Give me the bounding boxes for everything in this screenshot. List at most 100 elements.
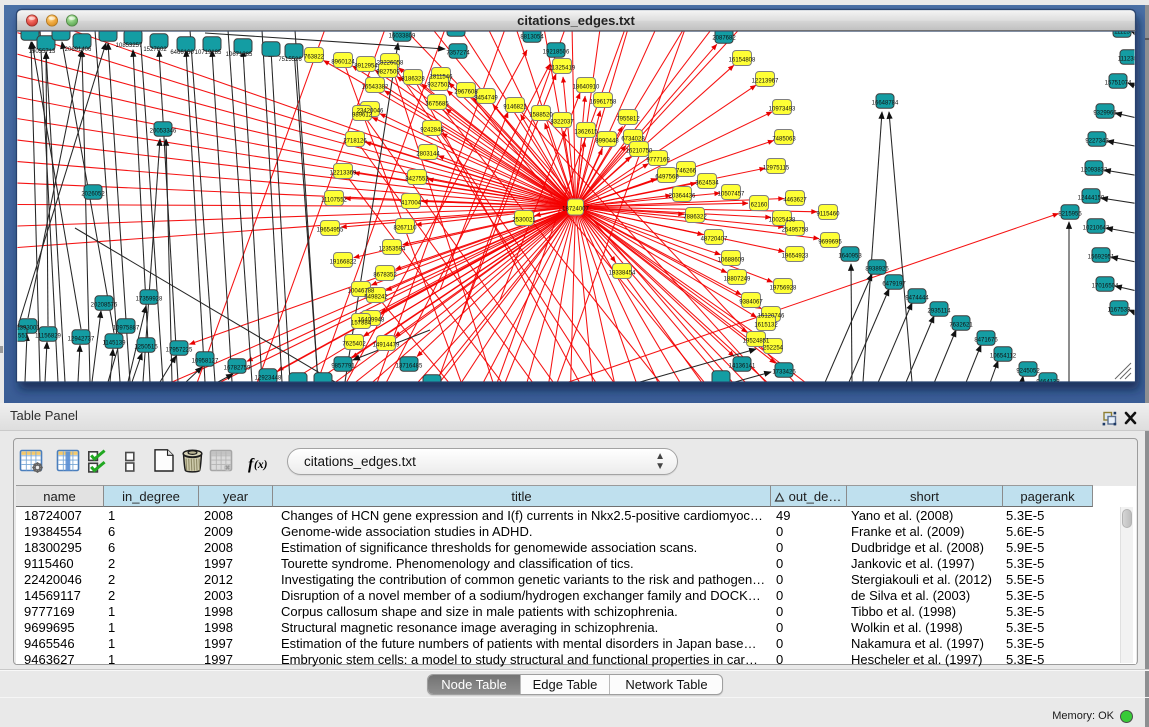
svg-text:7955812: 7955812 <box>616 117 640 123</box>
svg-text:2718126: 2718126 <box>343 139 367 145</box>
svg-text:7886322: 7886322 <box>683 215 707 221</box>
svg-text:157884: 157884 <box>351 321 372 327</box>
svg-text:13716485: 13716485 <box>396 364 423 370</box>
svg-text:11107552: 11107552 <box>321 198 347 204</box>
svg-text:10210643: 10210643 <box>1083 226 1110 232</box>
svg-text:8186328: 8186328 <box>401 77 425 83</box>
svg-text:10719185: 10719185 <box>195 50 222 56</box>
svg-text:17359928: 17359928 <box>136 297 163 303</box>
svg-text:20208576: 20208576 <box>91 303 118 309</box>
svg-text:9227342: 9227342 <box>1085 139 1109 145</box>
svg-text:12923448: 12923448 <box>255 376 282 382</box>
svg-text:3675685: 3675685 <box>425 102 449 108</box>
svg-text:6466160: 6466160 <box>170 50 194 56</box>
svg-text:10654112: 10654112 <box>990 354 1017 360</box>
svg-text:8938925: 8938925 <box>865 267 889 273</box>
svg-text:1615132: 1615132 <box>754 323 778 329</box>
svg-text:10853257: 10853257 <box>116 43 143 49</box>
svg-text:19756928: 19756928 <box>770 286 797 292</box>
svg-text:16120746: 16120746 <box>758 314 785 320</box>
svg-text:10958127: 10958127 <box>192 359 219 365</box>
svg-text:16210750: 16210750 <box>626 149 653 155</box>
svg-text:16961758: 16961758 <box>590 100 617 106</box>
svg-text:1393001: 1393001 <box>16 326 40 332</box>
svg-text:18724007: 18724007 <box>562 207 589 213</box>
svg-text:20691406: 20691406 <box>65 47 92 53</box>
svg-text:10975887: 10975887 <box>113 326 140 332</box>
svg-text:17957225: 17957225 <box>166 348 193 354</box>
svg-text:4463627: 4463627 <box>783 198 807 204</box>
svg-text:1145139: 1145139 <box>103 341 127 347</box>
svg-text:8267110: 8267110 <box>394 226 418 232</box>
svg-text:19218506: 19218506 <box>543 50 570 56</box>
svg-text:8215955: 8215955 <box>1058 212 1082 218</box>
svg-text:7625402: 7625402 <box>342 342 366 348</box>
svg-text:8454749: 8454749 <box>474 96 498 102</box>
svg-text:15692951: 15692951 <box>1088 255 1115 261</box>
svg-text:9857791: 9857791 <box>331 364 355 370</box>
svg-text:8678352: 8678352 <box>373 273 397 279</box>
svg-text:11156829: 11156829 <box>35 334 61 340</box>
svg-text:16543382: 16543382 <box>362 85 389 91</box>
svg-text:8322037: 8322037 <box>550 120 574 126</box>
svg-text:12213967: 12213967 <box>752 79 779 85</box>
svg-text:12353594: 12353594 <box>379 247 406 253</box>
svg-text:10671385: 10671385 <box>226 52 253 58</box>
svg-text:2026052: 2026052 <box>81 192 105 198</box>
svg-text:19524851: 19524851 <box>743 339 770 345</box>
svg-text:9699695: 9699695 <box>818 240 842 246</box>
svg-text:16154808: 16154808 <box>729 58 756 64</box>
svg-text:12942737: 12942737 <box>68 337 95 343</box>
svg-text:7632621: 7632621 <box>949 323 973 329</box>
svg-text:16648784: 16648784 <box>872 101 899 107</box>
svg-text:2087682: 2087682 <box>712 36 736 42</box>
svg-text:2935114: 2935114 <box>928 309 952 315</box>
svg-text:763822: 763822 <box>304 55 325 61</box>
svg-text:18640910: 18640910 <box>573 85 600 91</box>
svg-text:19654923: 19654923 <box>782 254 809 260</box>
svg-text:14914479: 14914479 <box>373 343 400 349</box>
svg-text:5498242: 5498242 <box>364 295 388 301</box>
svg-text:19055713: 19055713 <box>29 49 56 55</box>
svg-text:12975115: 12975115 <box>763 166 790 172</box>
svg-text:10973493: 10973493 <box>769 107 796 113</box>
svg-text:16033809: 16033809 <box>389 34 416 40</box>
svg-text:12093832: 12093832 <box>1081 168 1108 174</box>
svg-text:9327502: 9327502 <box>427 83 451 89</box>
svg-text:8813054: 8813054 <box>520 35 544 41</box>
svg-text:1250515: 1250515 <box>134 345 158 351</box>
svg-text:7485063: 7485063 <box>772 137 796 143</box>
svg-text:1733426: 1733426 <box>772 370 796 376</box>
svg-text:18807249: 18807249 <box>724 277 751 283</box>
svg-text:7357274: 7357274 <box>446 51 470 57</box>
svg-text:1167533: 1167533 <box>1108 308 1132 314</box>
svg-text:12213369: 12213369 <box>330 171 357 177</box>
svg-text:20364436: 20364436 <box>669 194 696 200</box>
svg-text:252254: 252254 <box>763 346 784 352</box>
svg-text:9329966: 9329966 <box>1093 111 1117 117</box>
svg-text:9777169: 9777169 <box>646 158 670 164</box>
svg-text:6497568: 6497568 <box>655 175 679 181</box>
svg-text:10688609: 10688609 <box>718 258 745 264</box>
svg-text:9384067: 9384067 <box>739 300 763 306</box>
svg-text:8990448: 8990448 <box>595 139 619 145</box>
svg-text:62160: 62160 <box>751 203 768 209</box>
svg-text:12444159: 12444159 <box>1078 196 1105 202</box>
svg-text:8960124: 8960124 <box>331 60 355 66</box>
svg-text:20053346: 20053346 <box>150 129 177 135</box>
svg-text:8912954: 8912954 <box>354 64 378 70</box>
svg-text:19166822: 19166822 <box>330 260 357 266</box>
svg-text:2803144: 2803144 <box>416 152 440 158</box>
svg-text:10025438: 10025438 <box>769 218 796 224</box>
svg-text:15751074: 15751074 <box>1105 81 1132 87</box>
svg-text:2530021: 2530021 <box>512 218 536 224</box>
svg-text:1640953: 1640953 <box>838 254 862 260</box>
svg-text:989612: 989612 <box>352 113 373 119</box>
svg-text:19338454: 19338454 <box>609 271 636 277</box>
svg-text:417004: 417004 <box>401 201 422 207</box>
svg-text:1362615: 1362615 <box>574 130 598 136</box>
svg-text:16782759: 16782759 <box>224 366 251 372</box>
svg-text:1588520: 1588520 <box>529 113 553 119</box>
svg-text:citations_edges.txt: citations_edges.txt <box>517 13 635 28</box>
svg-text:14136141: 14136141 <box>729 364 756 370</box>
